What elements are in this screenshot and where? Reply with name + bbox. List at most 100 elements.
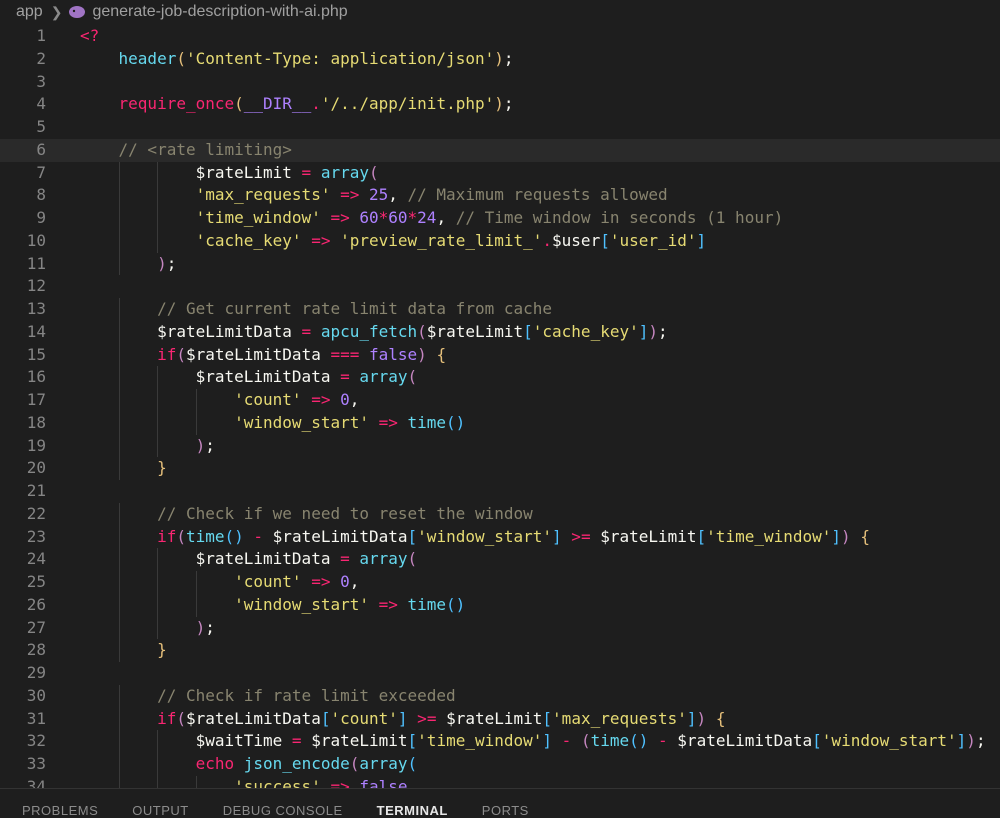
code-token: => <box>301 572 341 591</box>
code-token: ] <box>552 526 562 546</box>
code-token: $rateLimit <box>426 321 524 341</box>
line-number: 31 <box>26 708 46 728</box>
code-line[interactable]: 31 if($rateLimitData ['count'] >= $rateLi… <box>0 707 1000 731</box>
line-number: 12 <box>26 276 46 296</box>
code-line[interactable]: 1 <? <box>0 25 1000 48</box>
code-token: { <box>706 708 726 728</box>
breadcrumb-file[interactable]: generate-job-description-with-ai.php <box>92 3 347 21</box>
code-token: // Check if we need to reset the window <box>157 503 533 523</box>
code-line[interactable]: 9 'time_window' => 60*60*24, // Time win… <box>0 207 1000 230</box>
code-token: 'success' <box>234 776 321 788</box>
code-line[interactable]: 8 'max_requests' => 25, // Maximum reque… <box>0 184 1000 207</box>
code-token: $rateLimit <box>600 526 697 546</box>
code-line[interactable]: 15 if($rateLimitData === false) { <box>0 343 1000 367</box>
code-line[interactable]: 13 // Get current rate limit data from c… <box>0 298 1000 321</box>
line-number: 20 <box>26 458 46 478</box>
code-token: ] <box>686 708 697 728</box>
code-line[interactable]: 7 $rateLimit = array( <box>0 161 1000 185</box>
code-content: $rateLimitData = array( <box>80 548 418 571</box>
code-token: ] <box>638 321 649 341</box>
code-line[interactable]: 14 $rateLimitData = apcu_fetch($rateLimi… <box>0 320 1000 344</box>
code-token: if <box>157 344 177 364</box>
code-content: $rateLimitData = array( <box>80 366 418 389</box>
code-content: // Check if rate limit exceeded <box>80 685 456 708</box>
code-token: 'cache_key' <box>532 321 639 341</box>
code-token: 'window_start' <box>234 412 369 432</box>
code-token: 'window_start' <box>234 594 369 614</box>
code-line[interactable]: 11 ); <box>0 252 1000 276</box>
code-line[interactable]: 20 } <box>0 457 1000 480</box>
tab-debug-console[interactable]: DEBUG CONSOLE <box>223 789 343 818</box>
code-line[interactable]: 21 <box>0 480 1000 503</box>
line-number: 32 <box>26 731 46 751</box>
code-token: apcu_fetch <box>320 321 418 341</box>
code-line[interactable]: 27 ); <box>0 616 1000 640</box>
code-token: ; <box>205 617 215 637</box>
code-line[interactable]: 19 ); <box>0 434 1000 458</box>
code-token: ] <box>696 230 707 250</box>
line-number: 8 <box>36 185 46 205</box>
code-line[interactable]: 28 } <box>0 639 1000 662</box>
code-token: // Maximum requests allowed <box>407 185 668 205</box>
tab-output[interactable]: OUTPUT <box>132 789 188 818</box>
code-token: $rateLimit <box>195 162 292 182</box>
breadcrumb-folder[interactable]: app <box>16 3 43 21</box>
code-line[interactable]: 34 'success' => false <box>0 775 1000 788</box>
code-token: if <box>157 526 177 546</box>
line-number: 7 <box>36 162 46 182</box>
code-token: [ <box>696 526 707 546</box>
code-token: ) <box>195 617 206 637</box>
code-line[interactable]: 23 if(time() - $rateLimitData['window_st… <box>0 525 1000 549</box>
code-token: => <box>368 594 408 614</box>
line-number: 11 <box>26 253 46 273</box>
code-line[interactable]: 3 <box>0 71 1000 94</box>
code-token: , <box>349 390 360 409</box>
code-content: if(time() - $rateLimitData['window_start… <box>80 526 870 549</box>
code-content: 'time_window' => 60*60*24, // Time windo… <box>80 207 784 230</box>
code-token: 'Content-Type: application/json' <box>185 48 495 68</box>
code-token: time <box>407 594 447 614</box>
code-token: () <box>629 731 649 751</box>
code-token: ( <box>407 549 418 569</box>
code-token: => <box>320 776 360 788</box>
code-editor[interactable]: 1 <? 2 header('Content-Type: application/j… <box>0 25 1000 788</box>
code-token: $rateLimitData <box>195 367 331 387</box>
code-line[interactable]: 25 'count' => 0, <box>0 571 1000 594</box>
line-number: 10 <box>26 230 46 250</box>
code-content: require_once(__DIR__.'/../app/init.php')… <box>80 93 514 116</box>
code-token: ; <box>503 48 514 68</box>
code-line[interactable]: 17 'count' => 0, <box>0 389 1000 412</box>
tab-ports[interactable]: PORTS <box>482 789 529 818</box>
code-token: => <box>368 412 408 432</box>
code-token: ( <box>407 754 418 773</box>
code-line[interactable]: 10 'cache_key' => 'preview_rate_limit_'.… <box>0 229 1000 253</box>
code-content: 'cache_key' => 'preview_rate_limit_'.$us… <box>80 230 707 253</box>
code-line[interactable]: 18 'window_start' => time() <box>0 411 1000 435</box>
line-number: 18 <box>26 412 46 432</box>
code-token: ( <box>369 162 379 182</box>
code-line[interactable]: 22 // Check if we need to reset the wind… <box>0 502 1000 526</box>
tab-problems[interactable]: PROBLEMS <box>22 789 98 818</box>
code-token: ) <box>696 708 707 728</box>
tab-terminal[interactable]: TERMINAL <box>377 789 448 818</box>
code-line[interactable]: 12 <box>0 275 1000 298</box>
code-line[interactable]: 33 echo json_encode(array( <box>0 753 1000 776</box>
code-token: ) <box>494 48 504 68</box>
code-line[interactable]: 30 // Check if rate limit exceeded <box>0 684 1000 708</box>
code-line[interactable]: 4 require_once(__DIR__.'/../app/init.php… <box>0 93 1000 116</box>
line-number: 15 <box>26 344 46 364</box>
code-line[interactable]: 5 <box>0 116 1000 139</box>
code-token: ] <box>956 731 967 751</box>
code-token: 'count' <box>234 572 302 591</box>
code-token: // Check if rate limit exceeded <box>157 685 456 705</box>
code-line[interactable]: 2 header('Content-Type: application/json… <box>0 48 1000 71</box>
code-line[interactable]: 16 $rateLimitData = array( <box>0 366 1000 389</box>
code-line[interactable]: 32 $waitTime = $rateLimit['time_window']… <box>0 730 1000 753</box>
code-line[interactable]: 24 $rateLimitData = array( <box>0 548 1000 571</box>
code-line[interactable]: 6 // <rate limiting> <box>0 138 1000 162</box>
code-token: ( <box>176 344 186 364</box>
code-line[interactable]: 29 <box>0 662 1000 685</box>
code-token: () <box>446 594 466 614</box>
code-line[interactable]: 26 'window_start' => time() <box>0 593 1000 617</box>
